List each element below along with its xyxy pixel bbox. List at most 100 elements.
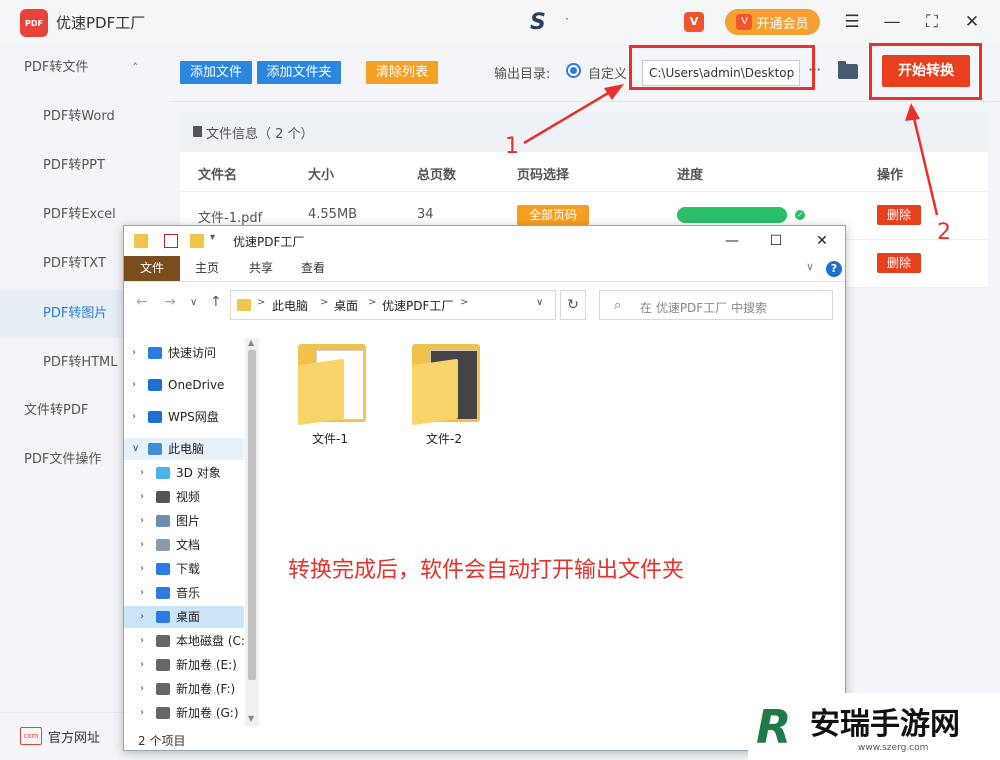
folder-icon[interactable] [838,61,858,79]
tree-item[interactable]: › 新加卷 (E:) [124,654,244,676]
close-icon[interactable]: ✕ [812,231,832,251]
expand-icon[interactable]: › [132,406,136,428]
folder-item[interactable] [412,344,482,426]
tab-share[interactable]: 共享 [236,256,286,281]
sidebar-group-pdf-to-file[interactable]: PDF转文件 ˄ [0,44,170,92]
tree-item[interactable]: › 下载 [124,558,244,580]
properties-icon[interactable] [164,234,178,248]
star-icon [148,347,162,359]
maximize-icon[interactable]: ⛶ [920,10,944,34]
folder-label[interactable]: 文件-2 [399,430,489,447]
expand-icon[interactable]: › [140,606,144,628]
tree-item[interactable]: › 新加卷 (G:) [124,702,244,724]
sidebar-item-pdf-word[interactable]: PDF转Word [0,93,170,141]
tree-item[interactable]: › 快速访问 [124,342,244,364]
tree-item[interactable]: ∨ 此电脑 [124,438,244,460]
tree-scrollbar[interactable]: ▲ ▼ [245,338,259,726]
tab-home[interactable]: 主页 [182,256,232,281]
expand-icon[interactable]: › [140,702,144,724]
minimize-icon[interactable]: — [880,10,904,34]
tree-item-label: 新加卷 (F:) [176,682,236,696]
tree-item[interactable]: › 桌面 [124,606,244,628]
expand-icon[interactable]: › [140,630,144,652]
expand-icon[interactable]: › [132,374,136,396]
help-icon[interactable]: ? [826,261,842,277]
up-icon[interactable]: ↑ [210,294,222,310]
expand-icon[interactable]: › [140,654,144,676]
panel-title: 文件信息（ 2 个） [206,127,314,142]
website-icon: com [20,727,42,745]
recent-dropdown-icon[interactable]: ∨ [190,297,197,308]
expand-icon[interactable]: › [132,342,136,364]
brand-mark-icon: S [530,10,546,35]
expand-icon[interactable]: ∨ [132,438,139,460]
scroll-thumb[interactable] [248,350,256,680]
forward-icon[interactable]: → [164,294,176,310]
delete-button[interactable]: 删除 [877,205,921,225]
tab-view[interactable]: 查看 [288,256,338,281]
tree-item-label: 新加卷 (E:) [176,658,237,672]
address-bar[interactable]: > 此电脑 > 桌面 > 优速PDF工厂 > ∨ [230,290,556,320]
quick-access-dropdown-icon[interactable]: ▾ [210,232,215,243]
expand-icon[interactable]: › [140,510,144,532]
watermark: R 安瑞手游网 www.szerg.com [748,693,1000,760]
tree-item[interactable]: › 本地磁盘 (C: [124,630,244,652]
tree-item[interactable]: › 图片 [124,510,244,532]
tree-item[interactable]: › OneDrive [124,374,244,396]
folder-item[interactable] [298,344,368,426]
breadcrumb-desktop[interactable]: 桌面 [334,297,358,314]
refresh-icon[interactable]: ↻ [560,290,586,320]
close-icon[interactable]: ✕ [960,10,984,34]
tree-item[interactable]: › 新加卷 (F:) [124,678,244,700]
scroll-down-icon[interactable]: ▼ [248,714,254,723]
expand-icon[interactable]: › [140,678,144,700]
sidebar-item-label: PDF转图片 [43,306,108,321]
tree-item-label: 快速访问 [168,346,217,360]
picture-icon [156,515,170,527]
watermark-logo: R [756,700,792,754]
back-icon[interactable]: ← [136,294,148,310]
delete-button[interactable]: 删除 [877,253,921,273]
expand-icon[interactable]: › [140,534,144,556]
sidebar-group-label: PDF文件操作 [24,452,102,467]
add-file-button[interactable]: 添加文件 [180,61,252,84]
document-icon [156,539,170,551]
expand-icon[interactable]: › [140,558,144,580]
expand-icon[interactable]: › [140,486,144,508]
tree-item[interactable]: › 音乐 [124,582,244,604]
vip-button[interactable]: V 开通会员 [725,9,820,35]
page-select-tag[interactable]: 全部页码 [517,205,589,225]
tab-file[interactable]: 文件 [124,256,180,281]
minimize-icon[interactable]: — [722,231,742,251]
folder-icon [237,299,251,311]
tree-item-label: WPS网盘 [168,410,219,424]
add-folder-button[interactable]: 添加文件夹 [257,61,341,84]
tree-item[interactable]: › WPS网盘 [124,406,244,428]
scroll-up-icon[interactable]: ▲ [248,338,254,347]
menu-icon[interactable]: ☰ [840,10,864,34]
tree-item[interactable]: › 视频 [124,486,244,508]
maximize-icon[interactable]: ☐ [766,231,786,251]
breadcrumb-folder[interactable]: 优速PDF工厂 [382,297,453,314]
sidebar-item-pdf-ppt[interactable]: PDF转PPT [0,142,170,190]
clear-list-button[interactable]: 清除列表 [366,61,438,84]
tree-item[interactable]: › 3D 对象 [124,462,244,484]
crown-icon: V [736,14,753,30]
ribbon-expand-icon[interactable]: ∨ [806,260,814,273]
vip-badge-icon[interactable]: V [684,12,704,32]
custom-radio[interactable] [566,63,581,78]
file-name-cell: 文件-1.pdf [198,211,263,226]
expand-icon[interactable]: › [140,582,144,604]
tree-item-label: 下载 [176,562,201,576]
new-folder-icon[interactable] [190,234,204,248]
cloud-icon [148,379,162,391]
status-bar: 2 个项目 [138,734,186,748]
expand-icon[interactable]: › [140,462,144,484]
search-input[interactable]: ⌕ 在 优速PDF工厂 中搜索 [599,290,833,320]
tree-item[interactable]: › 文档 [124,534,244,556]
folder-label[interactable]: 文件-1 [285,430,375,447]
address-dropdown-icon[interactable]: ∨ [536,297,543,308]
tree-item-label: 新加卷 (G:) [176,706,239,720]
sidebar-group-label: 文件转PDF [24,403,89,418]
breadcrumb-this-pc[interactable]: 此电脑 [272,297,308,314]
